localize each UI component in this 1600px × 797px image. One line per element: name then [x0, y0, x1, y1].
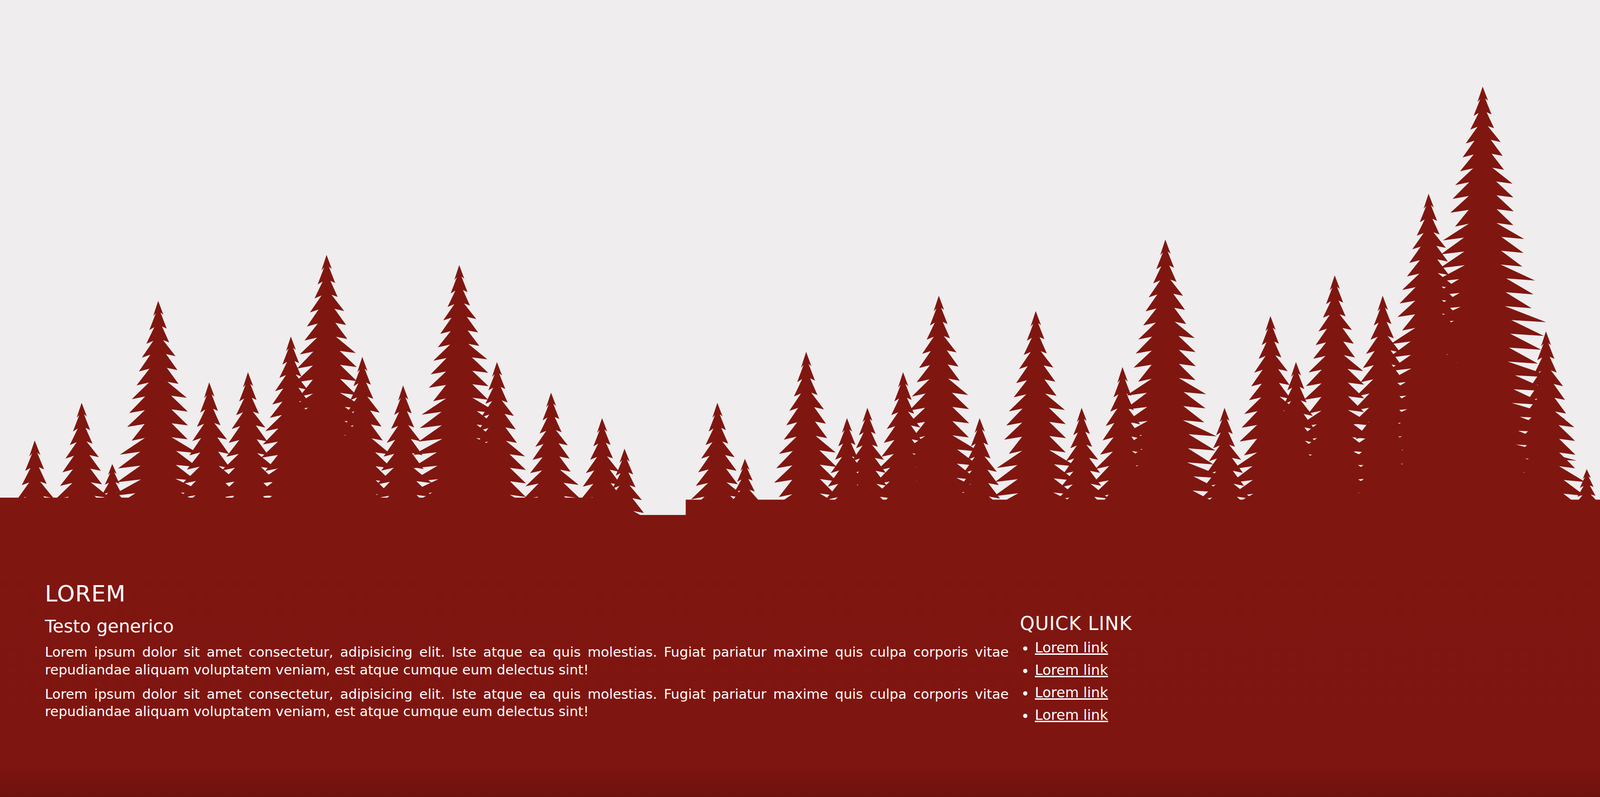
footer: LOREM Testo generico Lorem ipsum dolor s…: [0, 515, 1600, 797]
footer-main: LOREM Testo generico Lorem ipsum dolor s…: [44, 580, 1009, 728]
tree-icon: [1053, 407, 1110, 516]
tree-icon: [604, 448, 644, 516]
quick-links-list: Lorem link Lorem link Lorem link Lorem link: [1019, 636, 1556, 727]
quick-link[interactable]: Lorem link: [1034, 706, 1109, 724]
footer-paragraph: Lorem ipsum dolor sit amet consectetur, …: [44, 685, 1009, 721]
quick-link[interactable]: Lorem link: [1034, 684, 1109, 701]
footer-title: LOREM: [44, 580, 1009, 608]
forest-banner: [0, 0, 1600, 516]
footer-paragraph: Lorem ipsum dolor sit amet consectetur, …: [44, 643, 1009, 679]
tree-icon: [52, 402, 112, 516]
tree-icon: [13, 440, 56, 516]
quick-link-item: Lorem link: [1034, 659, 1556, 682]
tree-icon: [1571, 469, 1600, 516]
forest-icon: [0, 0, 1600, 516]
tree-icon: [109, 300, 209, 516]
tree-icon: [521, 392, 580, 516]
paragraphs: Lorem ipsum dolor sit amet consectetur, …: [44, 643, 1009, 721]
footer-subtitle: Testo generico: [44, 616, 1009, 638]
quick-links-title: QUICK LINK: [1019, 612, 1556, 635]
quick-link-item: Lorem link: [1034, 681, 1556, 705]
quick-link-item: Lorem link: [1034, 704, 1556, 727]
quick-links: QUICK LINK Lorem linkLorem linkLorem lin…: [1019, 580, 1556, 728]
quick-link-item: Lorem link: [1034, 636, 1556, 660]
tree-icon: [1105, 239, 1228, 516]
quick-link[interactable]: Lorem link: [1034, 639, 1109, 656]
tree-icon: [1505, 331, 1586, 516]
tree-icon: [727, 458, 763, 516]
tree-icon: [459, 362, 536, 516]
quick-link[interactable]: Lorem link: [1034, 661, 1109, 679]
